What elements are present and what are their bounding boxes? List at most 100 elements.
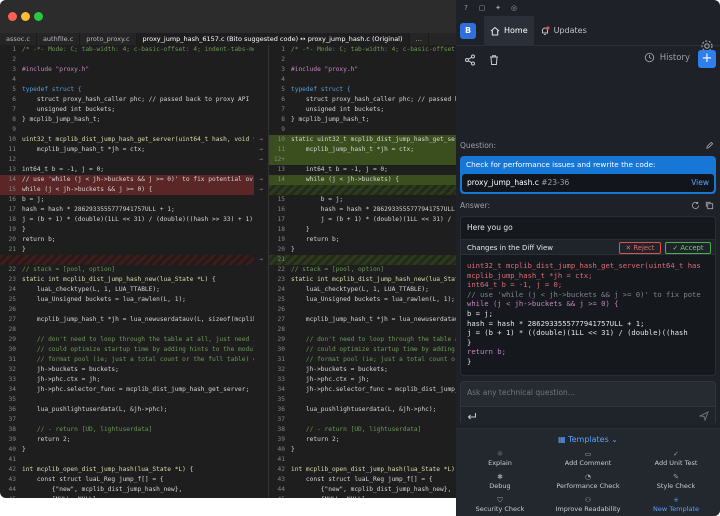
twitter-icon[interactable]: ✦ <box>494 4 502 12</box>
diff-arrow-icon[interactable]: → <box>254 135 268 145</box>
code-text: {"new", mcplib_dist_jump_hash_new}, <box>22 486 183 493</box>
line-number: 2 <box>12 56 16 63</box>
tab-updates[interactable]: Updates <box>534 16 593 46</box>
template-add-unit-test[interactable]: ✓ Add Unit Test <box>632 450 720 467</box>
line-number: 26 <box>277 306 285 313</box>
template-explain[interactable]: ☼ Explain <box>456 450 544 467</box>
code-text: int64_t b = -1, j = 0; <box>22 166 104 173</box>
diff-arrow-icon <box>254 265 268 275</box>
line-number: 42 <box>277 466 285 473</box>
tab-home-label: Home <box>504 26 528 35</box>
chat-icon[interactable]: ▢ <box>478 4 486 12</box>
right-code-line: 12+ <box>269 155 456 165</box>
bito-logo: B <box>460 22 476 39</box>
tab-more[interactable]: … <box>410 33 430 45</box>
right-code-line: 2 <box>269 55 456 65</box>
code-text: return b; <box>291 236 340 243</box>
template-security-check[interactable]: ⛉ Security Check <box>456 496 544 513</box>
template-new-template[interactable]: + New Template <box>632 496 720 513</box>
right-code-line: 15 b = j; <box>269 195 456 205</box>
ask-question-input[interactable] <box>467 388 707 397</box>
tab-assoc[interactable]: assoc.c <box>0 33 37 45</box>
code-text: mcplib_jump_hash_t *jh = lua_newuserdata… <box>22 316 254 323</box>
code-text: int64_t b = -1, j = 0; <box>291 166 388 173</box>
new-session-button[interactable]: + <box>698 50 716 68</box>
template-style-check[interactable]: ✎ Style Check <box>632 473 720 490</box>
template-debug[interactable]: ✱ Debug <box>456 473 544 490</box>
right-code-line: 17 j = (b + 1) * (double)(1LL << 31) / (… <box>269 215 456 225</box>
diff-arrow-icon[interactable]: → <box>254 175 268 185</box>
line-number: 4 <box>281 76 285 83</box>
line-number: 4 <box>12 76 16 83</box>
diff-arrow-icon <box>254 485 268 495</box>
answer-code-line: while (j < jh->buckets && j >= 0) { <box>467 299 619 309</box>
line-number: 28 <box>8 326 16 333</box>
line-number: 38 <box>277 426 285 433</box>
code-text: return 2; <box>291 436 340 443</box>
tab-home[interactable]: Home <box>484 15 534 46</box>
diff-arrow-icon[interactable]: → <box>254 145 268 155</box>
minimize-window-button[interactable] <box>21 12 30 21</box>
regenerate-icon[interactable] <box>691 201 700 210</box>
lightbulb-icon: ☼ <box>496 450 504 458</box>
template-performance-check[interactable]: ◔ Performance Check <box>544 473 632 490</box>
line-number: 7 <box>12 106 16 113</box>
diff-arrow-icon[interactable]: → <box>254 185 268 195</box>
line-number: 42 <box>8 466 16 473</box>
diff-arrow-icon <box>254 455 268 465</box>
line-number: 7 <box>281 106 285 113</box>
right-code-line: 25 lua_Unsigned buckets = lua_rawlen(L, … <box>269 295 456 305</box>
left-code-line: 5 typedef struct { <box>0 85 254 95</box>
line-number: 9 <box>12 126 16 133</box>
send-icon[interactable] <box>699 411 709 421</box>
left-code-line: 20 return b; <box>0 235 254 245</box>
code-text: lua_pushlightuserdata(L, &jh->phc); <box>22 406 168 413</box>
right-code-line: 43 const struct luaL_Reg jump_f[] = { <box>269 475 456 485</box>
diff-editor-window: assoc.c authfile.c proto_proxy.c proxy_j… <box>0 0 456 498</box>
tab-proto-proxy[interactable]: proto_proxy.c <box>80 33 137 45</box>
line-number: 25 <box>277 296 285 303</box>
line-number: 21 <box>8 246 16 253</box>
diff-gutter: → → → → → → <box>254 45 268 498</box>
help-icon[interactable]: ? <box>462 4 470 12</box>
right-code-line: 20} <box>269 245 456 255</box>
trash-icon[interactable] <box>488 54 500 66</box>
web-icon[interactable]: ◎ <box>510 4 518 12</box>
view-file-link[interactable]: View <box>691 178 709 187</box>
answer-code-line: uint32_t mcplib_dist_jump_hash_get_serve… <box>467 261 701 270</box>
close-window-button[interactable] <box>8 12 17 21</box>
tab-authfile[interactable]: authfile.c <box>37 33 81 45</box>
template-improve-readability[interactable]: ⚇ Improve Readability <box>544 496 632 513</box>
line-number: 45 <box>0 495 22 498</box>
left-code-line: 45 {NULL, NULL}, <box>0 495 254 498</box>
accept-button[interactable]: ✓ Accept <box>665 242 711 254</box>
tab-diff-proxy-jump-hash[interactable]: proxy_jump_hash_6157.c (Bito suggested c… <box>136 33 410 45</box>
left-code-line: 14 // use 'while (j < jh->buckets && j >=… <box>0 175 254 185</box>
history-button[interactable]: History <box>644 52 690 63</box>
line-number: 30 <box>8 346 16 353</box>
diff-arrow-icon[interactable]: → <box>254 155 268 165</box>
suggested-code-pane[interactable]: 1 /* -*- Mode: C; tab-width: 4; c-basic-o… <box>0 45 254 498</box>
template-add-comment[interactable]: ▭ Add Comment <box>544 450 632 467</box>
line-number: 12+ <box>273 156 285 163</box>
code-text: jh->phc.ctx = jh; <box>22 376 101 383</box>
original-code-pane[interactable]: 1 /* -*- Mode: C; tab-width: 4; c-basic-o… <box>268 45 456 498</box>
copy-icon[interactable] <box>705 201 714 210</box>
return-icon[interactable] <box>467 412 477 421</box>
reject-button[interactable]: ✕ Reject <box>619 242 661 254</box>
zoom-window-button[interactable] <box>34 12 43 21</box>
diff-arrow-icon <box>254 205 268 215</box>
code-text: // format pool (ie; just a total count o… <box>22 356 254 363</box>
diff-arrow-icon[interactable]: → <box>254 255 268 265</box>
edit-icon[interactable] <box>705 141 714 150</box>
social-links-bar: ? ▢ ✦ ◎ <box>456 0 720 16</box>
share-icon[interactable] <box>464 54 476 66</box>
templates-dropdown[interactable]: ▦ Templates ⌄ <box>456 435 720 444</box>
left-code-line: 37 <box>0 415 254 425</box>
line-number: 15 <box>277 196 285 203</box>
answer-code-line: } <box>467 356 472 366</box>
bito-sidebar: ? ▢ ✦ ◎ B Home Updates History + Questio… <box>456 0 720 516</box>
left-code-line: 11 mcplib_jump_hash_t *jh = ctx; <box>0 145 254 155</box>
right-code-line: 21 <box>269 255 456 265</box>
diff-arrow-icon <box>254 75 268 85</box>
